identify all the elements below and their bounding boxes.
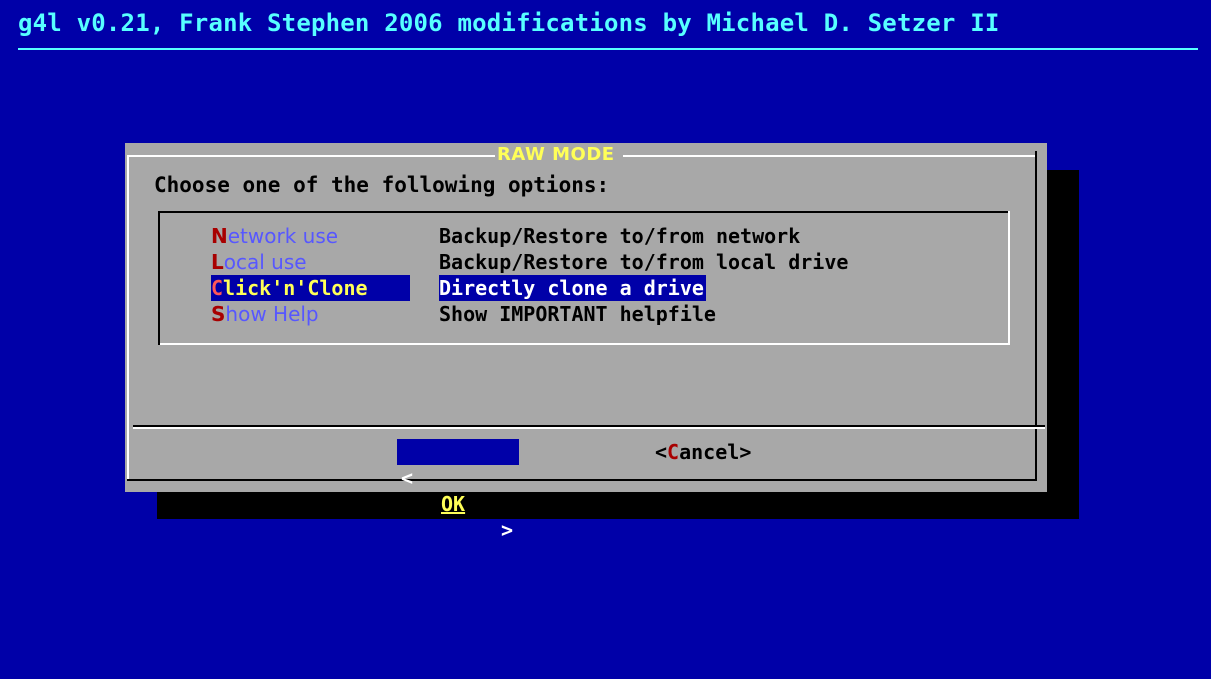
backtitle: g4l v0.21, Frank Stephen 2006 modificati… [18,9,1000,37]
dialog-frame-left [127,155,129,481]
dialog-frame-bottom [127,479,1037,481]
dialog-prompt: Choose one of the following options: [154,173,610,197]
menu-item-local-use[interactable]: Local use Backup/Restore to/from local d… [211,249,848,275]
ok-button[interactable]: < OK > [397,439,519,542]
cancel-button[interactable]: <Cancel> [655,439,785,465]
menu-item-tag: Show Help [211,301,411,327]
menu-item-label: etwork use [227,224,339,248]
dialog-frame-top-left [127,155,497,157]
console-screen: g4l v0.21, Frank Stephen 2006 modificati… [0,0,1211,679]
hotkey-letter: N [211,224,228,248]
hotkey-letter: S [211,302,226,326]
dialog-frame-right [1035,151,1037,481]
button-bracket-left: < [401,466,414,490]
menu-item-description: Show IMPORTANT helpfile [439,302,716,326]
dialog-title: RAW MODE [495,144,617,165]
dialog-frame-top-right [623,155,1035,157]
menu-item-tag: Click'n'Clone [211,275,410,301]
button-bracket-right: > [739,440,752,464]
menu-item-tag: Local use [211,249,411,275]
button-bracket-right: > [501,518,514,542]
menu-item-label: lick'n'Clone [223,276,368,300]
menu-frame-right [1008,211,1010,345]
menu-item-label: ocal use [223,250,307,274]
menu-item-network-use[interactable]: Network use Backup/Restore to/from netwo… [211,223,800,249]
menu-frame-left [158,211,160,345]
hotkey-letter: L [211,250,224,274]
menu-item-description: Backup/Restore to/from local drive [439,250,849,274]
backtitle-rule [18,48,1198,50]
menu-item-show-help[interactable]: Show Help Show IMPORTANT helpfile [211,301,716,327]
menu-item-click-n-clone[interactable]: Click'n'Clone Directly clone a drive [211,275,706,301]
menu-list: Network use Backup/Restore to/from netwo… [158,211,1010,349]
hotkey-letter: C [211,276,224,300]
menu-item-tag: Network use [211,223,411,249]
button-divider-highlight [133,427,1045,429]
menu-frame-top [158,211,1010,213]
ok-button-label: OK [441,492,466,516]
cancel-button-label: ancel [679,440,740,464]
menu-item-description: Backup/Restore to/from network [439,224,801,248]
button-bracket-left: < [655,440,668,464]
raw-mode-dialog: RAW MODE Choose one of the following opt… [125,143,1047,542]
hotkey-letter: C [667,440,680,464]
menu-item-description: Directly clone a drive [439,275,706,301]
menu-item-label: how Help [225,302,319,326]
